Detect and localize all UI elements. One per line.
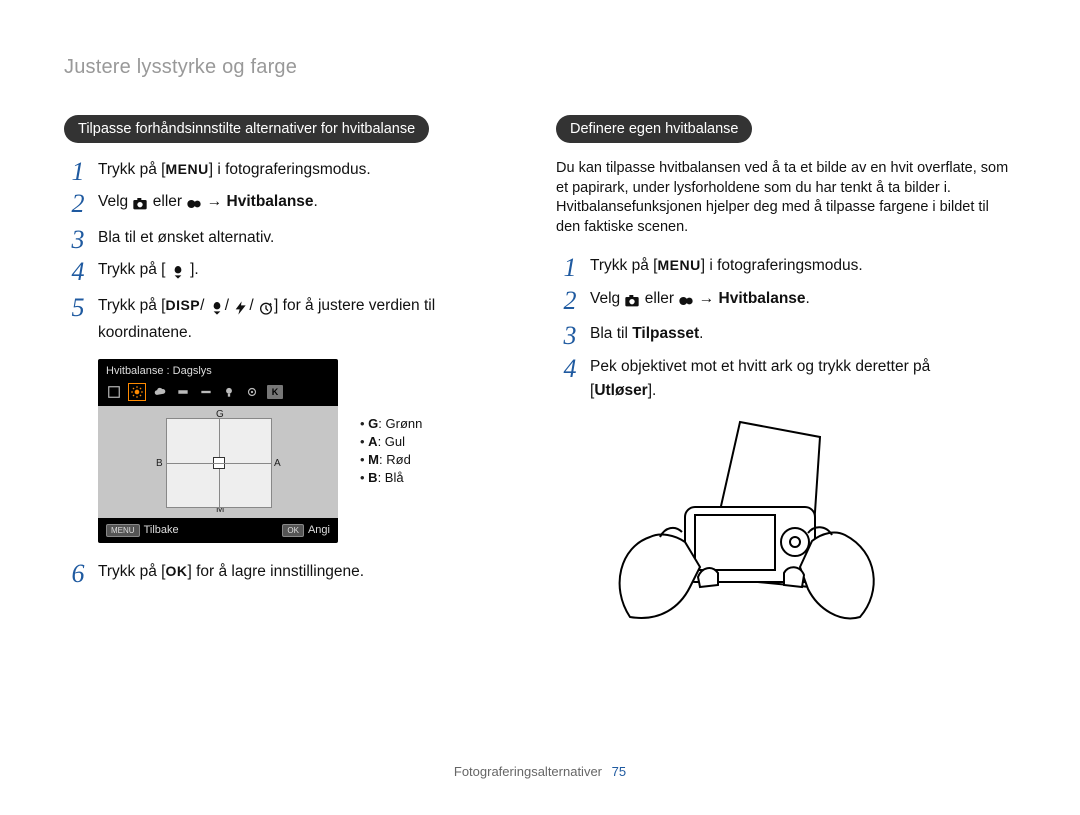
camera-lcd: Hvitbalanse : Dagslys K G M <box>98 359 338 543</box>
menu-button-label: MENU <box>165 159 208 179</box>
right-step-4: Pek objektivet mot et hvitt ark og trykk… <box>556 356 1016 403</box>
right-intro: Du kan tilpasse hvitbalansen ved å ta et… <box>556 159 1016 237</box>
custom-label: Tilpasset <box>632 325 699 342</box>
text: Velg <box>590 290 624 307</box>
footer-section: Fotograferingsalternativer <box>454 764 602 779</box>
wb-daylight-icon <box>129 384 145 400</box>
legend-a: A: Gul <box>360 434 422 449</box>
right-step-3: Bla til Tilpasset. <box>556 323 1016 345</box>
right-section-heading: Definere egen hvitbalanse <box>556 115 752 143</box>
lcd-back: MENU Tilbake <box>106 524 179 537</box>
text: Bla til <box>590 325 632 342</box>
camera-icon <box>624 291 640 313</box>
text-line2: [Utløser]. <box>590 380 1016 402</box>
flash-icon <box>233 298 249 320</box>
left-step-1: Trykk på [MENU] i fotograferingsmodus. <box>64 159 524 181</box>
left-step-5: Trykk på [DISP/ / / ] for å justere verd… <box>64 295 524 345</box>
wb-fluorescent-h-icon <box>175 384 191 400</box>
right-column: Definere egen hvitbalanse Du kan tilpass… <box>556 115 1016 632</box>
left-step-4: Trykk på [ ]. <box>64 259 524 284</box>
macro-down-icon <box>209 298 225 320</box>
wb-cloudy-icon <box>152 384 168 400</box>
lcd-footer: MENU Tilbake OK Angi <box>98 518 338 543</box>
left-section-heading: Tilpasse forhåndsinnstilte alternativer … <box>64 115 429 143</box>
text: . <box>314 193 318 210</box>
text: Trykk på [ <box>590 257 657 274</box>
lcd-and-legend: Hvitbalanse : Dagslys K G M <box>98 359 524 543</box>
text: Trykk på [ <box>98 297 165 314</box>
right-step-2: Velg eller → Hvitbalanse. <box>556 288 1016 313</box>
wb-adjust-area: G M B A <box>98 406 338 518</box>
text: Trykk på [ <box>98 161 165 178</box>
text: ] i fotograferingsmodus. <box>701 257 863 274</box>
ok-button-label: OK <box>165 561 187 581</box>
manual-page: Justere lysstyrke og farge Tilpasse forh… <box>0 0 1080 815</box>
legend-g: G: Grønn <box>360 416 422 431</box>
video-icon <box>186 194 202 216</box>
left-step-2: Velg eller → Hvitbalanse. <box>64 191 524 216</box>
wb-label: Hvitbalanse <box>719 290 806 307</box>
back-label: Tilbake <box>144 524 179 536</box>
disp-button-label: DISP <box>165 295 200 315</box>
lcd-set: OK Angi <box>282 524 330 537</box>
wb-tungsten-icon <box>221 384 237 400</box>
wb-kelvin-icon: K <box>267 385 283 399</box>
wb-custom-icon <box>244 384 260 400</box>
timer-icon <box>258 298 274 320</box>
wb-fluorescent-l-icon <box>198 384 214 400</box>
lcd-title: Hvitbalanse : Dagslys <box>98 359 338 381</box>
video-icon <box>678 291 694 313</box>
left-column: Tilpasse forhåndsinnstilte alternativer … <box>64 115 524 632</box>
text: koordinatene. <box>98 322 524 344</box>
left-step-3: Bla til et ønsket alternativ. <box>64 227 524 249</box>
macro-down-icon <box>170 262 186 284</box>
wb-cursor <box>213 457 225 469</box>
text: Pek objektivet mot et hvitt ark og trykk… <box>590 358 930 375</box>
left-steps-cont: Trykk på [OK] for å lagre innstillingene… <box>64 561 524 583</box>
wb-grid <box>166 418 272 508</box>
color-legend: G: Grønn A: Gul M: Rød B: Blå <box>360 413 422 488</box>
text: eller <box>645 290 679 307</box>
camera-icon <box>132 194 148 216</box>
text: . <box>806 290 810 307</box>
wb-preset-row: K <box>98 381 338 406</box>
hands-camera-illustration <box>590 417 1016 632</box>
legend-m: M: Rød <box>360 452 422 467</box>
text: ] for å justere verdien til <box>274 297 435 314</box>
page-footer: Fotograferingsalternativer 75 <box>0 764 1080 779</box>
set-label: Angi <box>308 524 330 536</box>
left-steps: Trykk på [MENU] i fotograferingsmodus. V… <box>64 159 524 345</box>
text: → <box>699 290 719 307</box>
text: Velg <box>98 193 132 210</box>
text: eller <box>153 193 187 210</box>
shutter-label: Utløser <box>594 382 647 399</box>
text: . <box>699 325 703 342</box>
menu-button-label: MENU <box>657 255 700 275</box>
menu-mini-button: MENU <box>106 524 140 537</box>
text: / <box>200 297 204 314</box>
axis-a-label: A <box>274 458 281 469</box>
ok-mini-button: OK <box>282 524 304 537</box>
legend-b: B: Blå <box>360 470 422 485</box>
right-steps: Trykk på [MENU] i fotograferingsmodus. V… <box>556 255 1016 402</box>
two-column-layout: Tilpasse forhåndsinnstilte alternativer … <box>64 115 1016 632</box>
right-step-1: Trykk på [MENU] i fotograferingsmodus. <box>556 255 1016 277</box>
text: → <box>207 193 227 210</box>
text: / <box>249 297 253 314</box>
text: ]. <box>190 261 199 278</box>
text: ] i fotograferingsmodus. <box>209 161 371 178</box>
text: ] for å lagre innstillingene. <box>187 563 364 580</box>
left-step-6: Trykk på [OK] for å lagre innstillingene… <box>64 561 524 583</box>
wb-auto-icon <box>106 384 122 400</box>
footer-page-number: 75 <box>612 764 626 779</box>
text: / <box>225 297 229 314</box>
text: Trykk på [ <box>98 261 165 278</box>
wb-label: Hvitbalanse <box>227 193 314 210</box>
axis-b-label: B <box>156 458 163 469</box>
page-title: Justere lysstyrke og farge <box>64 56 1016 79</box>
text: Trykk på [ <box>98 563 165 580</box>
